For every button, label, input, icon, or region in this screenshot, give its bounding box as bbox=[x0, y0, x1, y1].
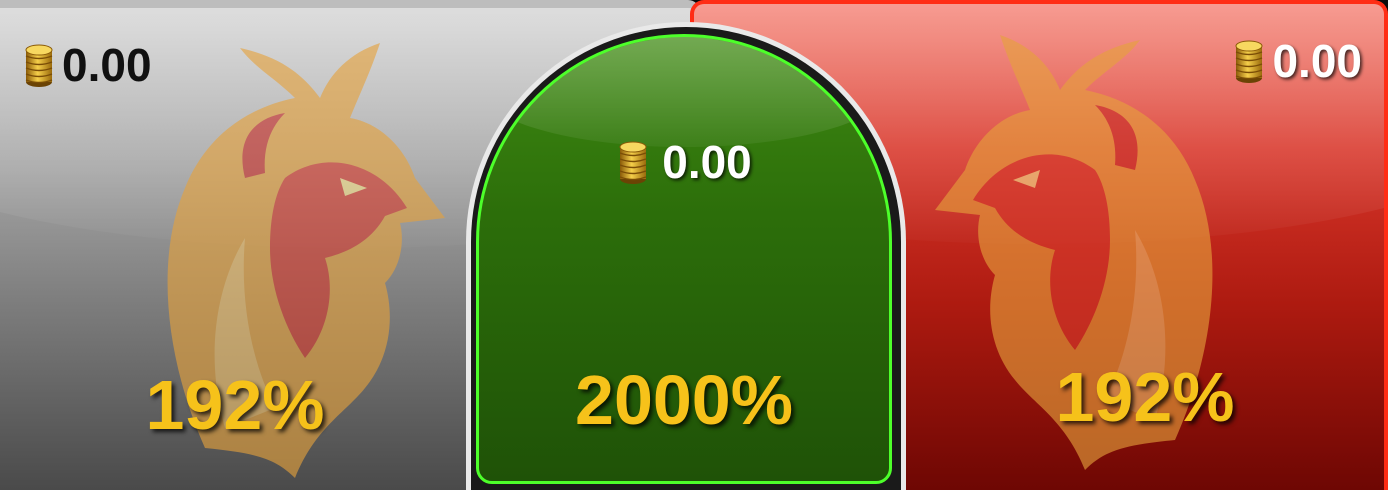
odds-draw: 2000% bbox=[575, 361, 793, 439]
coin-stack-icon bbox=[1234, 38, 1264, 84]
odds-right: 192% bbox=[1055, 358, 1235, 436]
stake-amount-right: 0.00 bbox=[1234, 38, 1362, 84]
stake-amount-draw: 0.00 bbox=[479, 139, 889, 185]
stake-amount-left: 0.00 bbox=[24, 42, 152, 88]
stake-value-right: 0.00 bbox=[1272, 35, 1362, 87]
bet-board: 0.00 192% 0.00 192% 0.00 2000% bbox=[0, 0, 1388, 490]
coin-stack-icon bbox=[24, 42, 54, 88]
coin-stack-icon bbox=[616, 139, 650, 185]
bet-panel-draw[interactable]: 0.00 2000% bbox=[476, 34, 892, 484]
stake-value-left: 0.00 bbox=[62, 39, 152, 91]
odds-left: 192% bbox=[145, 366, 325, 444]
stake-value-draw: 0.00 bbox=[662, 136, 752, 188]
